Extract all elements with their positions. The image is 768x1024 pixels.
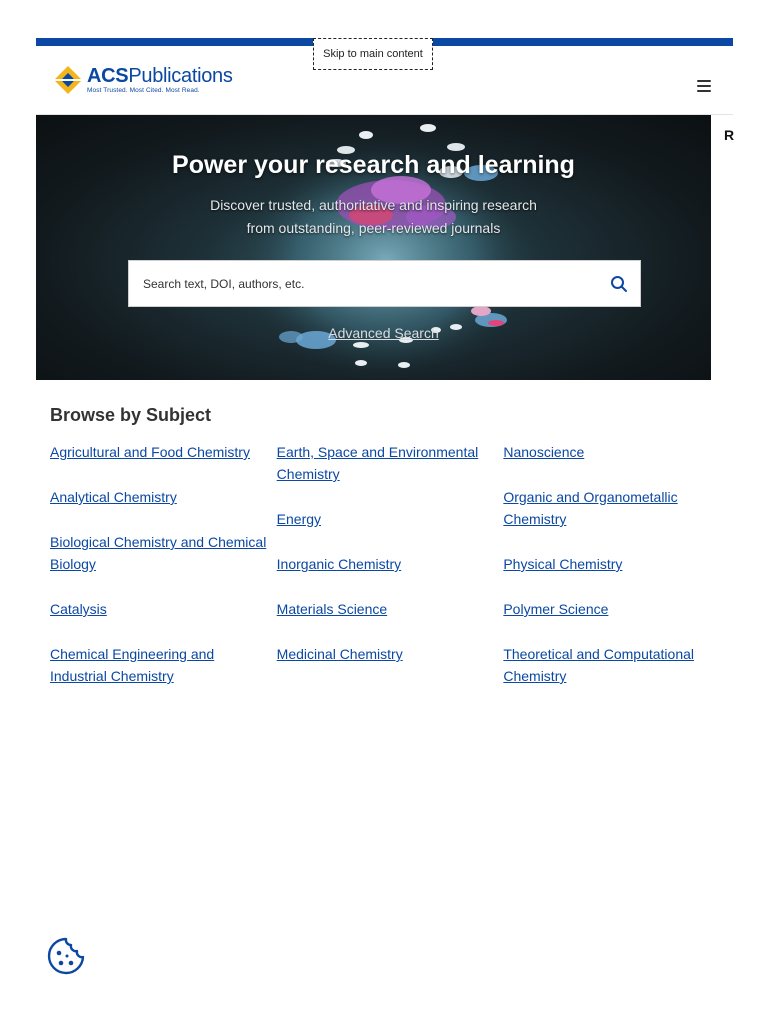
menu-bar (697, 90, 711, 92)
menu-bar (697, 80, 711, 82)
cookie-icon[interactable] (46, 936, 86, 976)
menu-icon[interactable] (697, 80, 711, 92)
subject-link-earth-space-environmental[interactable]: Earth, Space and Environmental Chemistry (277, 441, 504, 485)
browse-by-subject-section: Browse by Subject Agricultural and Food … (50, 404, 730, 710)
search-box (128, 260, 641, 307)
subject-columns: Agricultural and Food Chemistry Analytic… (50, 441, 730, 710)
hero-banner: Power your research and learning Discove… (36, 115, 711, 380)
skip-to-main-content-link[interactable]: Skip to main content (313, 38, 433, 70)
offscreen-panel-letter: R (724, 127, 735, 143)
search-input[interactable] (143, 261, 583, 306)
subject-link-medicinal-chemistry[interactable]: Medicinal Chemistry (277, 643, 504, 665)
subject-column-3: Nanoscience Organic and Organometallic C… (503, 441, 730, 710)
hero-title: Power your research and learning (172, 151, 575, 179)
subject-link-agricultural-food-chemistry[interactable]: Agricultural and Food Chemistry (50, 441, 277, 463)
logo-wordmark: ACSPublications Most Trusted. Most Cited… (87, 66, 233, 95)
logo-title: ACSPublications (87, 66, 233, 86)
hero-subtitle: Discover trusted, authoritative and insp… (210, 197, 537, 236)
subject-link-nanoscience[interactable]: Nanoscience (503, 441, 730, 463)
subject-link-polymer-science[interactable]: Polymer Science (503, 598, 730, 620)
acs-logo-icon (54, 66, 82, 94)
subject-link-physical-chemistry[interactable]: Physical Chemistry (503, 553, 730, 575)
acs-publications-logo[interactable]: ACSPublications Most Trusted. Most Cited… (52, 64, 233, 96)
menu-bar (697, 85, 711, 87)
logo-tagline: Most Trusted. Most Cited. Most Read. (87, 86, 200, 94)
subject-link-inorganic-chemistry[interactable]: Inorganic Chemistry (277, 553, 504, 575)
subject-link-theoretical-computational[interactable]: Theoretical and Computational Chemistry (503, 643, 730, 687)
browse-title: Browse by Subject (50, 405, 212, 425)
subject-link-materials-science[interactable]: Materials Science (277, 598, 504, 620)
subject-link-energy[interactable]: Energy (277, 508, 504, 530)
search-icon[interactable] (610, 275, 628, 293)
subject-column-2: Earth, Space and Environmental Chemistry… (277, 441, 504, 710)
subject-link-analytical-chemistry[interactable]: Analytical Chemistry (50, 486, 277, 508)
logo-title-rest: Publications (128, 64, 233, 87)
subject-link-biological-chemistry[interactable]: Biological Chemistry and Chemical Biolog… (50, 531, 277, 575)
subject-link-catalysis[interactable]: Catalysis (50, 598, 277, 620)
logo-title-bold: ACS (87, 64, 129, 87)
subject-link-organic-organometallic[interactable]: Organic and Organometallic Chemistry (503, 486, 730, 530)
subject-column-1: Agricultural and Food Chemistry Analytic… (50, 441, 277, 710)
advanced-search-link[interactable]: Advanced Search (36, 325, 711, 341)
subject-link-chemical-engineering[interactable]: Chemical Engineering and Industrial Chem… (50, 643, 277, 687)
